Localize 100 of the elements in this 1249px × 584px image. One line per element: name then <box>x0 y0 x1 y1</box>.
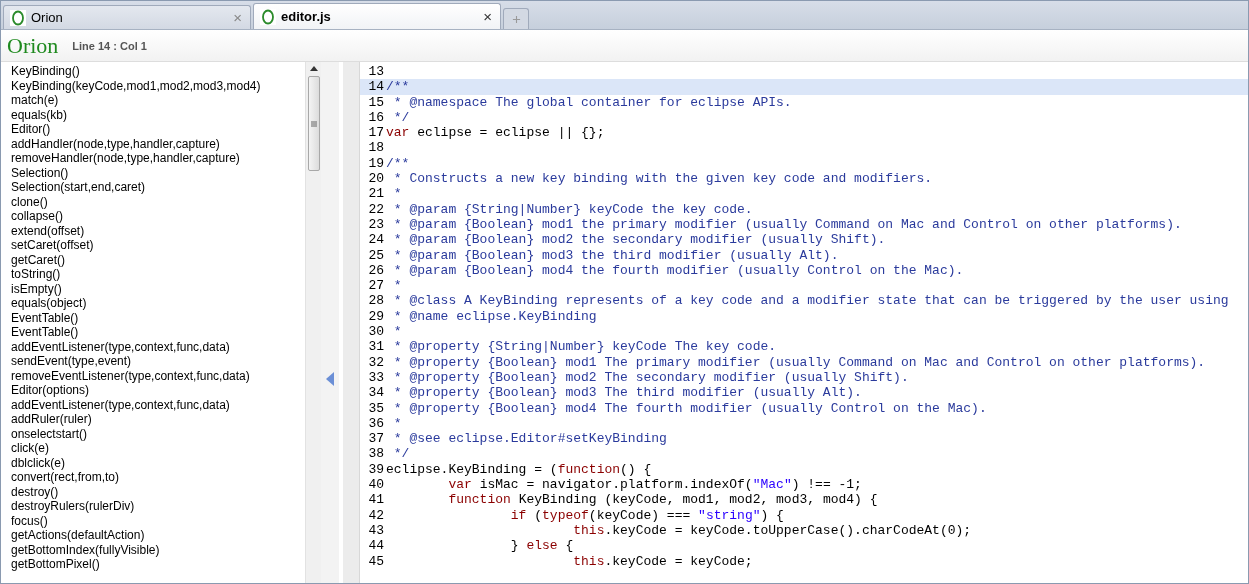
code-line: * @property {String|Number} keyCode The key code. <box>392 339 777 355</box>
line-number: 24 <box>367 232 385 248</box>
line-number: 29 <box>367 308 385 325</box>
outline-item[interactable]: addHandler(node,type,handler,capture) <box>11 136 305 151</box>
outline-item[interactable]: KeyBinding(keyCode,mod1,mod2,mod3,mod4) <box>11 78 305 93</box>
line-number: 38 <box>367 446 385 462</box>
line-number: 18 <box>367 140 385 156</box>
outline-item[interactable]: onselectstart() <box>11 426 305 441</box>
outline-item[interactable]: getBottomPixel() <box>11 557 305 572</box>
code-line: if (typeof(keyCode) === "string") { <box>509 507 784 523</box>
scroll-up-icon[interactable] <box>309 66 318 71</box>
line-number: 35 <box>367 400 385 416</box>
code-line: * @param {Boolean} mod3 the third modifier (usually Alt). <box>392 247 839 263</box>
code-line: * @name eclipse.KeyBinding <box>392 308 597 325</box>
outline-item[interactable]: extend(offset) <box>11 223 305 238</box>
outline-item[interactable]: getBottomIndex(fullyVisible) <box>11 542 305 557</box>
orion-logo-icon <box>260 8 276 25</box>
orion-logo-icon <box>10 9 26 26</box>
browser-tab[interactable]: editor.js × <box>253 3 501 29</box>
line-number: 25 <box>367 247 385 263</box>
code-line: * @param {String|Number} keyCode the key code. <box>392 201 753 217</box>
code-line: * @see eclipse.Editor#setKeyBinding <box>392 431 667 447</box>
code-line: } else { <box>509 538 574 554</box>
code-line: * @param {Boolean} mod4 the fourth modifier (usually Control on the Mac). <box>392 262 964 279</box>
outline-item[interactable]: EventTable() <box>11 325 305 340</box>
code-line: * @param {Boolean} mod2 the secondary modifier (usually Shift). <box>392 232 886 248</box>
code-line: * <box>392 278 402 294</box>
outline-item[interactable]: collapse() <box>11 209 305 224</box>
code-line: */ <box>392 446 410 462</box>
outline-item[interactable]: sendEvent(type,event) <box>11 354 305 369</box>
outline-item[interactable]: Selection() <box>11 165 305 180</box>
outline-item[interactable]: Editor(options) <box>11 383 305 398</box>
outline-item[interactable]: removeHandler(node,type,handler,capture) <box>11 151 305 166</box>
line-number: 22 <box>367 201 385 217</box>
line-number: 40 <box>367 477 385 493</box>
outline-item[interactable]: dblclick(e) <box>11 455 305 470</box>
scrollbar[interactable] <box>305 62 321 583</box>
code-line: * Constructs a new key binding with the given key code and modifiers. <box>392 171 933 187</box>
line-number: 19 <box>367 155 385 172</box>
code-line: * @class A KeyBinding represents of a key code and a modifier state that can be triggered by the user using <box>392 293 1229 309</box>
outline-item[interactable]: clone() <box>11 194 305 209</box>
close-tab-button[interactable]: × <box>483 8 492 25</box>
line-number: 15 <box>367 94 385 110</box>
outline-item[interactable]: click(e) <box>11 441 305 456</box>
line-number: 33 <box>367 369 385 386</box>
browser-tab[interactable]: Orion × <box>3 5 251 29</box>
scroll-thumb[interactable] <box>307 76 320 171</box>
line-number: 27 <box>367 278 385 294</box>
outline-item[interactable]: equals(object) <box>11 296 305 311</box>
outline-item[interactable]: addRuler(ruler) <box>11 412 305 427</box>
code-line: * <box>392 415 402 432</box>
outline-item[interactable]: getActions(defaultAction) <box>11 528 305 543</box>
outline-item[interactable]: match(e) <box>11 93 305 108</box>
outline-item[interactable]: addEventListener(type,context,func,data) <box>11 339 305 354</box>
code-line: /** <box>386 79 410 95</box>
line-number: 17 <box>367 125 385 141</box>
line-number: 45 <box>367 553 385 569</box>
code-line: * @property {Boolean} mod1 The primary modifier (usually Command on Mac and Control on other platforms). <box>392 354 1206 370</box>
outline-item[interactable]: Editor() <box>11 122 305 137</box>
outline-item[interactable]: KeyBinding() <box>11 64 305 79</box>
code-line: * <box>392 324 402 340</box>
line-number: 23 <box>367 216 385 233</box>
outline-item[interactable]: getCaret() <box>11 252 305 267</box>
line-number: 28 <box>367 293 385 309</box>
code-line: * <box>392 186 402 202</box>
code-line: var eclipse = eclipse || {}; <box>386 125 605 141</box>
line-number: 13 <box>367 64 385 80</box>
cursor-position: Line 14 : Col 1 <box>72 39 147 52</box>
outline-item[interactable]: Selection(start,end,caret) <box>11 180 305 195</box>
line-number: 39 <box>367 461 385 477</box>
line-number: 44 <box>367 538 385 554</box>
code-line: this.keyCode = keyCode; <box>572 553 753 569</box>
outline-item[interactable]: isEmpty() <box>11 281 305 296</box>
outline-item[interactable]: equals(kb) <box>11 107 305 122</box>
outline-item[interactable]: removeEventListener(type,context,func,data) <box>11 368 305 383</box>
orion-logo: Orion <box>7 32 59 59</box>
line-number: 30 <box>367 324 385 340</box>
outline-item[interactable]: EventTable() <box>11 310 305 325</box>
outline-item[interactable]: destroy() <box>11 484 305 499</box>
line-number: 36 <box>367 415 385 432</box>
line-number: 34 <box>367 385 385 401</box>
outline-item[interactable]: setCaret(offset) <box>11 238 305 253</box>
code-line: /** <box>386 155 410 172</box>
code-line: * @property {Boolean} mod4 The fourth modifier (usually Control on the Mac). <box>392 400 987 416</box>
collapse-arrow-icon[interactable] <box>326 372 334 386</box>
new-tab-button[interactable] <box>503 8 529 29</box>
outline-item[interactable]: convert(rect,from,to) <box>11 470 305 485</box>
outline-item[interactable]: destroyRulers(rulerDiv) <box>11 499 305 514</box>
outline-item[interactable]: focus() <box>11 513 305 528</box>
outline-item[interactable]: toString() <box>11 267 305 282</box>
code-line: function KeyBinding (keyCode, mod1, mod2, mod3, mod4) { <box>447 492 878 508</box>
code-line: */ <box>392 109 410 126</box>
code-line: this.keyCode = keyCode.toUpperCase().charCodeAt(0); <box>572 522 972 539</box>
code-line: * @param {Boolean} mod1 the primary modifier (usually Command on Mac and Control on other platforms). <box>392 216 1182 233</box>
line-number: 14 <box>367 79 385 95</box>
line-number: 32 <box>367 354 385 370</box>
line-number: 43 <box>367 522 385 539</box>
line-number: 31 <box>367 339 385 355</box>
line-number: 20 <box>367 171 385 187</box>
outline-item[interactable]: addEventListener(type,context,func,data) <box>11 397 305 412</box>
